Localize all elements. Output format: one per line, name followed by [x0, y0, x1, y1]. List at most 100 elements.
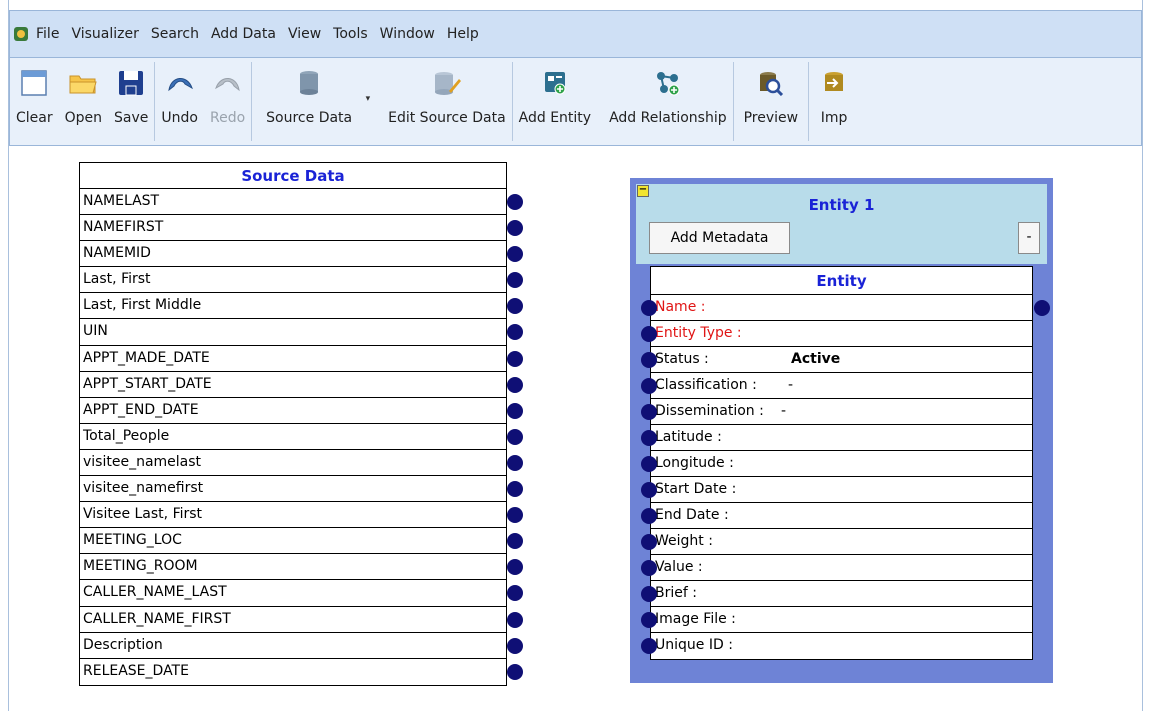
import-label: Imp [820, 110, 848, 126]
add-entity-button[interactable]: Add Entity [513, 58, 597, 145]
source-field-label: visitee_namelast [83, 453, 202, 470]
source-field-row[interactable]: Total_People [80, 424, 523, 450]
source-field-row[interactable]: MEETING_ROOM [80, 554, 523, 581]
entity-field-status[interactable]: Status : Active [641, 347, 1032, 373]
import-button[interactable]: Imp [809, 58, 855, 145]
source-field-label: CALLER_NAME_FIRST [83, 610, 231, 627]
source-data-table[interactable]: Source Data NAMELAST NAMEFIRST NAMEMID L… [79, 162, 523, 686]
entity-field-value[interactable]: Value : [641, 555, 1032, 581]
input-port[interactable] [641, 300, 657, 316]
input-port[interactable] [641, 612, 657, 628]
source-field-label: NAMEFIRST [83, 219, 164, 236]
output-port[interactable] [507, 402, 523, 419]
input-port[interactable] [641, 586, 657, 602]
source-field-label: NAMELAST [83, 193, 160, 209]
entity-title: Entity 1 [808, 196, 875, 214]
entity-field-brief[interactable]: Brief : [641, 581, 1032, 607]
entity-field-name[interactable]: Name : [641, 295, 1050, 321]
entity-field-start-date[interactable]: Start Date : [641, 477, 1032, 503]
entity-field-end-date[interactable]: End Date : [641, 503, 1032, 529]
menu-file[interactable]: File [36, 26, 59, 42]
source-field-row[interactable]: NAMEMID [80, 241, 523, 268]
entity-field-dissemination[interactable]: Dissemination : - [641, 399, 1032, 425]
entity-field-weight[interactable]: Weight : [641, 529, 1032, 555]
entity-field-unique-id[interactable]: Unique ID : [641, 633, 1032, 659]
source-field-row[interactable]: visitee_namefirst [80, 476, 523, 503]
save-button[interactable]: Save [108, 58, 154, 145]
edit-source-data-button[interactable]: Edit Source Data [366, 58, 512, 145]
source-field-row[interactable]: Last, First Middle [80, 293, 523, 320]
input-port[interactable] [641, 326, 657, 342]
source-field-row[interactable]: Description [80, 633, 523, 659]
clear-button[interactable]: Clear [10, 58, 59, 145]
output-port[interactable] [507, 220, 523, 237]
output-port[interactable] [507, 507, 523, 524]
menu-tools[interactable]: Tools [333, 26, 368, 42]
input-port[interactable] [641, 456, 657, 472]
clear-label: Clear [16, 110, 53, 126]
source-field-row[interactable]: RELEASE_DATE [80, 659, 523, 685]
open-button[interactable]: Open [59, 58, 108, 145]
menu-help[interactable]: Help [447, 26, 479, 42]
output-port[interactable] [507, 637, 523, 654]
source-field-row[interactable]: Visitee Last, First [80, 502, 523, 529]
source-field-row[interactable]: UIN [80, 319, 523, 346]
field-label: Start Date : [655, 481, 737, 497]
source-field-label: RELEASE_DATE [83, 662, 189, 679]
source-field-row[interactable]: MEETING_LOC [80, 528, 523, 555]
output-port[interactable] [507, 350, 523, 367]
input-port[interactable] [641, 560, 657, 576]
source-field-row[interactable]: CALLER_NAME_FIRST [80, 607, 523, 633]
input-port[interactable] [641, 508, 657, 524]
source-field-label: Total_People [83, 427, 170, 444]
source-field-row[interactable]: NAMEFIRST [80, 215, 523, 242]
output-port[interactable] [507, 194, 523, 210]
input-port[interactable] [641, 352, 657, 368]
redo-button[interactable]: Redo [204, 58, 251, 145]
entity-field-image-file[interactable]: Image File : [641, 607, 1032, 633]
output-port[interactable] [1034, 300, 1050, 316]
output-port[interactable] [507, 376, 523, 393]
field-label: Longitude : [655, 455, 734, 471]
field-label: Dissemination : [655, 403, 764, 419]
entity-field-classification[interactable]: Classification : - [641, 373, 1032, 399]
output-port[interactable] [507, 481, 523, 498]
source-field-label: MEETING_LOC [83, 532, 182, 549]
input-port[interactable] [641, 430, 657, 446]
source-field-row[interactable]: APPT_START_DATE [80, 372, 523, 398]
entity-field-latitude[interactable]: Latitude : [641, 425, 1032, 451]
source-field-row[interactable]: NAMELAST [80, 189, 523, 216]
minimize-button[interactable]: - [1018, 222, 1040, 254]
input-port[interactable] [641, 482, 657, 498]
undo-button[interactable]: Undo [155, 58, 204, 145]
redo-label: Redo [209, 110, 246, 126]
source-field-row[interactable]: visitee_namelast [80, 450, 523, 477]
input-port[interactable] [641, 404, 657, 420]
source-data-button[interactable]: Source Data ▾ [252, 58, 370, 145]
menu-search[interactable]: Search [151, 26, 199, 42]
menu-window[interactable]: Window [380, 26, 435, 42]
source-field-row[interactable]: APPT_END_DATE [80, 398, 523, 424]
menu-view[interactable]: View [288, 26, 321, 42]
output-port[interactable] [507, 428, 523, 445]
add-metadata-button[interactable]: Add Metadata [649, 222, 790, 254]
source-field-row[interactable]: CALLER_NAME_LAST [80, 580, 523, 607]
entity-field-longitude[interactable]: Longitude : [641, 451, 1032, 477]
menu-visualizer[interactable]: Visualizer [71, 26, 138, 42]
output-port[interactable] [507, 663, 523, 680]
input-port[interactable] [641, 638, 657, 654]
source-data-title: Source Data [80, 163, 506, 189]
database-icon [294, 68, 324, 98]
menu-add-data[interactable]: Add Data [211, 26, 276, 42]
preview-button[interactable]: Preview [734, 58, 809, 145]
source-field-row[interactable]: APPT_MADE_DATE [80, 346, 523, 372]
source-field-row[interactable]: Last, First [80, 267, 523, 294]
field-label: Classification : [655, 377, 757, 393]
add-relationship-button[interactable]: Add Relationship [597, 58, 733, 145]
entity-field-entity-type[interactable]: Entity Type : [641, 321, 1032, 347]
entity-node[interactable]: − Entity 1 Add Metadata - Entity Name : … [630, 178, 1053, 683]
input-port[interactable] [641, 378, 657, 394]
input-port[interactable] [641, 534, 657, 550]
output-port[interactable] [507, 611, 523, 628]
output-port[interactable] [507, 454, 523, 471]
